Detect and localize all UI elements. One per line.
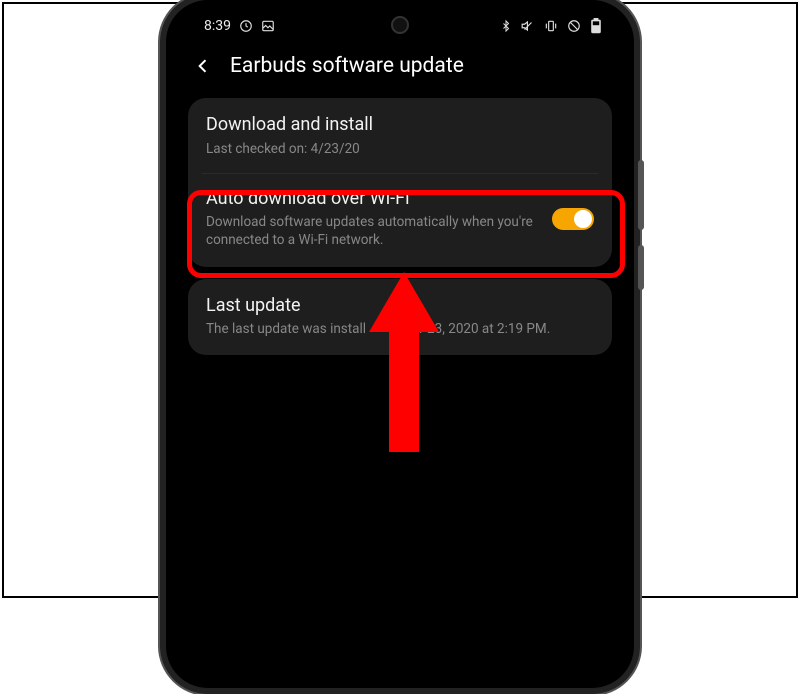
last-update-card: Last update The last update was installe… (188, 279, 612, 356)
battery-icon (590, 18, 602, 34)
download-install-sub: Last checked on: 4/23/20 (206, 140, 594, 158)
last-update-sub: The last update was installed on Apr 23,… (206, 320, 594, 338)
phone-body: 8:39 (160, 0, 640, 694)
auto-download-sub: Download software updates automatically … (206, 213, 542, 249)
auto-download-title: Auto download over Wi-Fi (206, 188, 542, 211)
power-button (638, 245, 644, 290)
update-options-card: Download and install Last checked on: 4/… (188, 98, 612, 267)
last-update-title: Last update (206, 295, 594, 318)
phone-screen: 8:39 (176, 10, 624, 678)
camera-notch (391, 16, 409, 34)
last-update-row[interactable]: Last update The last update was installe… (188, 281, 612, 354)
mute-icon (521, 19, 535, 33)
back-button[interactable] (192, 55, 214, 77)
auto-download-row[interactable]: Auto download over Wi-Fi Download softwa… (188, 174, 612, 265)
download-install-title: Download and install (206, 114, 594, 137)
auto-download-toggle[interactable] (552, 208, 594, 230)
status-time: 8:39 (204, 18, 231, 34)
clock-icon (239, 19, 253, 33)
image-icon (261, 19, 275, 33)
dnd-icon (567, 19, 581, 33)
vibrate-icon (544, 19, 558, 33)
image-frame: 8:39 (2, 2, 798, 598)
volume-button (638, 160, 644, 230)
page-title: Earbuds software update (230, 54, 464, 78)
page-header: Earbuds software update (176, 36, 624, 98)
bluetooth-icon (500, 19, 512, 33)
download-install-row[interactable]: Download and install Last checked on: 4/… (188, 100, 612, 173)
